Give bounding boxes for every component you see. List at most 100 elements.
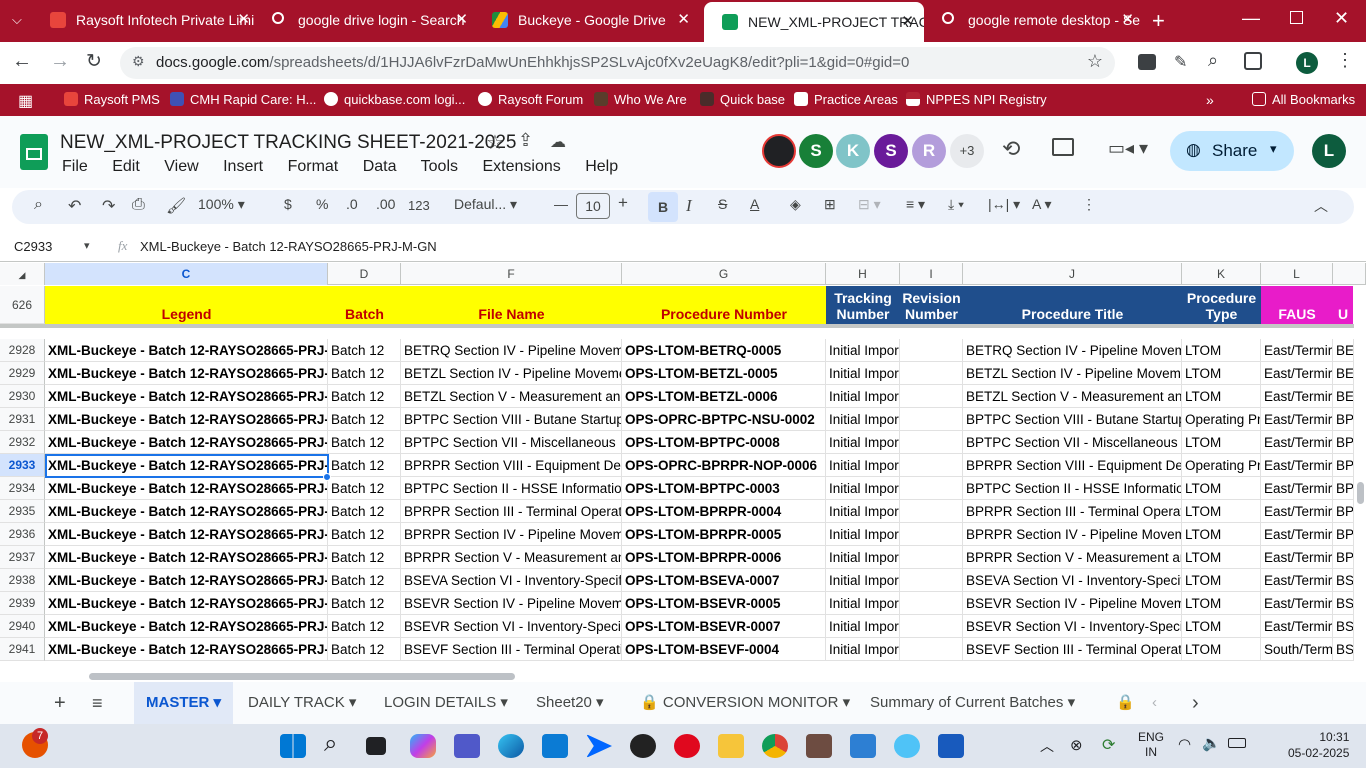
scroll-tabs-left-icon[interactable]: ‹ bbox=[1152, 682, 1157, 724]
fill-color-icon[interactable]: ◈ bbox=[790, 196, 801, 213]
opera-icon[interactable] bbox=[674, 734, 700, 758]
restore-window-icon[interactable] bbox=[1290, 11, 1303, 24]
cell-procedure-number[interactable]: OPS-LTOM-BSEVR-0005 bbox=[622, 592, 826, 615]
paint-format-icon[interactable]: 🖌 bbox=[166, 196, 186, 216]
cell-u[interactable]: BPT bbox=[1333, 477, 1354, 500]
cell-procedure-title[interactable]: BETZL Section V - Measurement and bbox=[963, 385, 1182, 408]
bookmark-raysoft-pms[interactable]: Raysoft PMS bbox=[64, 92, 160, 107]
cell-tracking-number[interactable]: Initial Impor bbox=[826, 523, 900, 546]
row-header[interactable]: 2931 bbox=[0, 408, 45, 431]
row-header[interactable]: 2928 bbox=[0, 339, 45, 362]
cell-faus[interactable]: East/Termir bbox=[1261, 385, 1333, 408]
row-header[interactable]: 2932 bbox=[0, 431, 45, 454]
cell-revision-number[interactable] bbox=[900, 546, 963, 569]
extension-icon[interactable] bbox=[1138, 54, 1156, 70]
cell-revision-number[interactable] bbox=[900, 477, 963, 500]
bookmarks-overflow-icon[interactable]: » bbox=[1206, 92, 1214, 108]
cell-faus[interactable]: East/Termir bbox=[1261, 569, 1333, 592]
pen-icon[interactable]: ✎ bbox=[1174, 52, 1187, 72]
cell-tracking-number[interactable]: Initial Impor bbox=[826, 408, 900, 431]
browser-menu-icon[interactable]: ⋮ bbox=[1336, 50, 1354, 71]
document-title[interactable]: NEW_XML-PROJECT TRACKING SHEET-2021-2025 bbox=[60, 132, 517, 154]
menu-file[interactable]: File bbox=[62, 158, 88, 175]
volume-icon[interactable]: 🔈 bbox=[1202, 734, 1221, 752]
undo-icon[interactable]: ↶ bbox=[68, 196, 81, 216]
menu-insert[interactable]: Insert bbox=[223, 158, 263, 175]
cell-faus[interactable]: East/Termir bbox=[1261, 362, 1333, 385]
sheet-tab-summary[interactable]: Summary of Current Batches ▾ bbox=[870, 682, 1075, 724]
row-header[interactable]: 2939 bbox=[0, 592, 45, 615]
cell-file-name[interactable]: BPRPR Section III - Terminal Operatic bbox=[401, 500, 622, 523]
merge-cells-icon[interactable]: ⊟ ▾ bbox=[858, 196, 881, 213]
cell-batch[interactable]: Batch 12 bbox=[328, 523, 401, 546]
vertical-align-icon[interactable]: ⤓ ▾ bbox=[948, 196, 964, 213]
borders-icon[interactable]: ⊞ bbox=[824, 196, 836, 213]
row-header[interactable]: 2929 bbox=[0, 362, 45, 385]
menu-data[interactable]: Data bbox=[363, 158, 397, 175]
close-tab-icon[interactable]: ✕ bbox=[677, 10, 690, 28]
cell-file-name[interactable]: BPRPR Section V - Measurement and bbox=[401, 546, 622, 569]
cell-tracking-number[interactable]: Initial Impor bbox=[826, 546, 900, 569]
cell-u[interactable]: BPT bbox=[1333, 408, 1354, 431]
sheet-tab-master[interactable]: MASTER ▾ bbox=[134, 682, 234, 724]
version-history-icon[interactable]: ⟲ bbox=[1002, 136, 1020, 162]
bookmark-practice-areas[interactable]: Practice Areas bbox=[794, 92, 898, 107]
cell-faus[interactable]: East/Termir bbox=[1261, 615, 1333, 638]
cell-tracking-number[interactable]: Initial Impor bbox=[826, 615, 900, 638]
language-indicator[interactable]: ENG IN bbox=[1138, 730, 1164, 760]
tab-search-dropdown-icon[interactable]: ⌵ bbox=[12, 12, 30, 30]
name-box-dropdown-icon[interactable]: ▾ bbox=[84, 239, 90, 252]
fill-handle[interactable] bbox=[323, 473, 331, 481]
browser-tab-google-drive[interactable]: Buckeye - Google Drive ✕ bbox=[474, 0, 700, 40]
add-sheet-button[interactable]: + bbox=[54, 682, 66, 724]
collaborator-avatar[interactable]: K bbox=[836, 134, 870, 168]
cell-procedure-type[interactable]: LTOM bbox=[1182, 546, 1261, 569]
cell-procedure-number[interactable]: OPS-LTOM-BETRQ-0005 bbox=[622, 339, 826, 362]
close-window-icon[interactable]: ✕ bbox=[1334, 8, 1349, 29]
horizontal-scroll-thumb[interactable] bbox=[89, 673, 515, 680]
column-header-d[interactable]: D bbox=[328, 263, 401, 285]
battery-icon[interactable] bbox=[1228, 738, 1246, 748]
cell-faus[interactable]: East/Termir bbox=[1261, 339, 1333, 362]
cell-file-name[interactable]: BPTPC Section VIII - Butane Startup A bbox=[401, 408, 622, 431]
menu-extensions[interactable]: Extensions bbox=[482, 158, 560, 175]
cell-procedure-number[interactable]: OPS-OPRC-BPTPC-NSU-0002 bbox=[622, 408, 826, 431]
cell-batch[interactable]: Batch 12 bbox=[328, 477, 401, 500]
collaborator-avatar[interactable]: S bbox=[874, 134, 908, 168]
cell-batch[interactable]: Batch 12 bbox=[328, 385, 401, 408]
cell-procedure-type[interactable]: LTOM bbox=[1182, 592, 1261, 615]
increase-font-size-icon[interactable]: + bbox=[618, 193, 628, 213]
cell-faus[interactable]: East/Termir bbox=[1261, 454, 1333, 477]
cell-legend[interactable]: XML-Buckeye - Batch 12-RAYSO28665-PRJ- bbox=[45, 339, 328, 362]
zoom-select[interactable]: 100% ▾ bbox=[198, 196, 245, 213]
close-tab-icon[interactable]: ✕ bbox=[901, 12, 914, 30]
cell-procedure-number[interactable]: OPS-LTOM-BETZL-0006 bbox=[622, 385, 826, 408]
cell-u[interactable]: BSI bbox=[1333, 592, 1354, 615]
cell-legend[interactable]: XML-Buckeye - Batch 12-RAYSO28665-PRJ- bbox=[45, 615, 328, 638]
cell-file-name[interactable]: BSEVR Section VI - Inventory-Specific bbox=[401, 615, 622, 638]
bookmark-quick-base[interactable]: Quick base bbox=[700, 92, 785, 107]
cell-procedure-title[interactable]: BSEVR Section VI - Inventory-Specific bbox=[963, 615, 1182, 638]
cell-legend[interactable]: XML-Buckeye - Batch 12-RAYSO28665-PRJ- bbox=[45, 523, 328, 546]
sheet-tab-sheet20[interactable]: Sheet20 ▾ bbox=[536, 682, 604, 724]
row-header-frozen[interactable]: 626 bbox=[0, 286, 45, 324]
browser-tab-remote-desktop[interactable]: google remote desktop - Se ✕ bbox=[924, 0, 1144, 40]
cell-procedure-type[interactable]: LTOM bbox=[1182, 638, 1261, 661]
cell-legend[interactable]: XML-Buckeye - Batch 12-RAYSO28665-PRJ- bbox=[45, 362, 328, 385]
cell-legend[interactable]: XML-Buckeye - Batch 12-RAYSO28665-PRJ- bbox=[45, 385, 328, 408]
reload-icon[interactable]: ↻ bbox=[86, 50, 102, 73]
text-wrapping-icon[interactable]: |↔| ▾ bbox=[988, 196, 1020, 213]
frozen-row-divider[interactable] bbox=[0, 324, 1354, 328]
cell-legend[interactable]: XML-Buckeye - Batch 12-RAYSO28665-PRJ- bbox=[45, 569, 328, 592]
formula-input[interactable]: XML-Buckeye - Batch 12-RAYSO28665-PRJ-M-… bbox=[140, 239, 437, 254]
decrease-font-size-icon[interactable]: — bbox=[554, 196, 568, 212]
remote-desktop-icon[interactable] bbox=[850, 734, 876, 758]
cell-procedure-title[interactable]: BPTPC Section VII - Miscellaneous bbox=[963, 431, 1182, 454]
cell-tracking-number[interactable]: Initial Impor bbox=[826, 638, 900, 661]
extensions-puzzle-icon[interactable] bbox=[1244, 52, 1262, 70]
cell-procedure-number[interactable]: OPS-LTOM-BPRPR-0004 bbox=[622, 500, 826, 523]
collaborator-avatar[interactable]: R bbox=[912, 134, 946, 168]
italic-button[interactable]: I bbox=[686, 196, 692, 216]
cell-revision-number[interactable] bbox=[900, 523, 963, 546]
bold-button[interactable]: B bbox=[648, 192, 678, 222]
